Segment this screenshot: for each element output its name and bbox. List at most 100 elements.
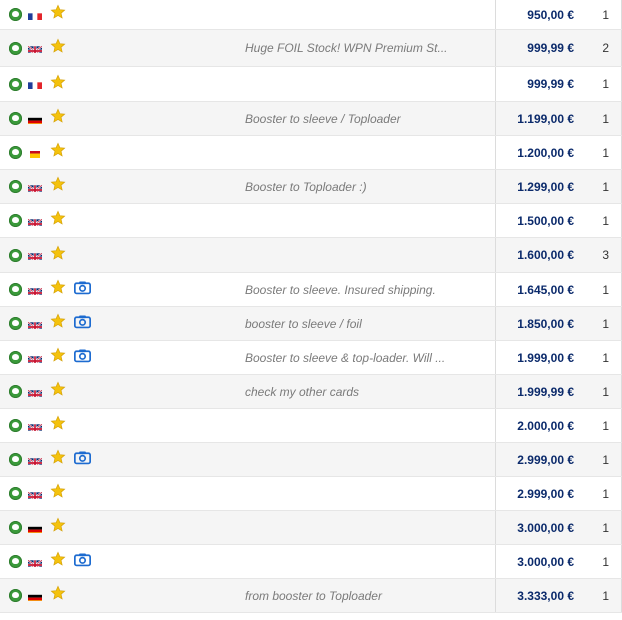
table-row[interactable]: 1.200,00 € 1: [0, 136, 622, 170]
column-divider: [495, 136, 496, 169]
condition-icon: [9, 521, 22, 534]
column-divider: [495, 409, 496, 442]
table-row[interactable]: 1.600,00 € 3: [0, 238, 622, 273]
flag-gb-icon: [28, 182, 42, 192]
camera-icon[interactable]: [74, 348, 91, 368]
table-row[interactable]: 3.000,00 € 1: [0, 511, 622, 545]
column-divider: [495, 170, 496, 203]
camera-icon[interactable]: [74, 552, 91, 572]
star-icon: [50, 517, 66, 538]
flag-gb-icon: [28, 455, 42, 465]
table-row[interactable]: 2.999,00 € 1: [0, 443, 622, 477]
condition-icon: [9, 419, 22, 432]
row-icons: [9, 579, 72, 612]
flag-gb-icon: [28, 319, 42, 329]
condition-icon: [9, 180, 22, 193]
table-row[interactable]: Booster to sleeve. Insured shipping. 1.6…: [0, 273, 622, 307]
star-icon: [50, 108, 66, 129]
condition-icon: [9, 214, 22, 227]
row-icons: [9, 409, 72, 442]
quantity: 1: [602, 145, 609, 160]
table-row[interactable]: check my other cards 1.999,99 € 1: [0, 375, 622, 409]
column-divider: [495, 30, 496, 66]
condition-icon: [9, 112, 22, 125]
flag-gb-icon: [28, 250, 42, 260]
condition-icon: [9, 555, 22, 568]
price: 1.999,00 €: [517, 350, 574, 365]
flag-gb-icon: [28, 43, 42, 53]
condition-icon: [9, 283, 22, 296]
flag-gb-icon: [28, 489, 42, 499]
row-icons: [9, 341, 91, 374]
seller-comment: Booster to sleeve / Toploader: [245, 111, 401, 126]
quantity: 1: [602, 179, 609, 194]
star-icon: [50, 551, 66, 572]
price: 1.200,00 €: [517, 145, 574, 160]
column-divider: [495, 579, 496, 612]
row-icons: [9, 307, 91, 340]
flag-gb-icon: [28, 353, 42, 363]
star-icon: [50, 210, 66, 231]
quantity: 1: [602, 282, 609, 297]
table-row[interactable]: 950,00 € 1: [0, 0, 622, 30]
flag-de-icon: [28, 114, 42, 124]
table-row[interactable]: Huge FOIL Stock! WPN Premium St... 999,9…: [0, 30, 622, 67]
star-icon: [50, 279, 66, 300]
row-icons: [9, 375, 72, 408]
camera-icon[interactable]: [74, 450, 91, 470]
row-icons: [9, 136, 72, 169]
table-row[interactable]: 2.000,00 € 1: [0, 409, 622, 443]
table-row[interactable]: 1.500,00 € 1: [0, 204, 622, 238]
table-row[interactable]: Booster to Toploader :) 1.299,00 € 1: [0, 170, 622, 204]
table-row[interactable]: 3.000,00 € 1: [0, 545, 622, 579]
row-icons: [9, 511, 72, 544]
star-icon: [50, 585, 66, 606]
condition-icon: [9, 77, 22, 91]
table-row[interactable]: 2.999,00 € 1: [0, 477, 622, 511]
flag-es-icon: [28, 148, 42, 158]
table-row[interactable]: Booster to sleeve & top-loader. Will ...…: [0, 341, 622, 375]
flag-de-icon: [28, 523, 42, 533]
table-row[interactable]: 999,99 € 1: [0, 67, 622, 102]
column-divider: [495, 102, 496, 135]
price: 1.199,00 €: [517, 111, 574, 126]
flag-gb-icon: [28, 216, 42, 226]
camera-icon[interactable]: [74, 280, 91, 300]
table-row[interactable]: Booster to sleeve / Toploader 1.199,00 €…: [0, 102, 622, 136]
price: 1.299,00 €: [517, 179, 574, 194]
price: 999,99 €: [527, 77, 574, 91]
camera-icon[interactable]: [74, 314, 91, 334]
quantity: 1: [602, 588, 609, 603]
price: 2.999,00 €: [517, 452, 574, 467]
star-icon: [50, 449, 66, 470]
seller-comment: booster to sleeve / foil: [245, 316, 362, 331]
condition-icon: [9, 351, 22, 364]
star-icon: [50, 313, 66, 334]
star-icon: [50, 74, 66, 95]
price: 1.500,00 €: [517, 213, 574, 228]
seller-comment: Huge FOIL Stock! WPN Premium St...: [245, 41, 448, 55]
condition-icon: [9, 248, 22, 262]
price: 1.999,99 €: [517, 384, 574, 399]
price: 2.999,00 €: [517, 486, 574, 501]
quantity: 1: [602, 384, 609, 399]
quantity: 3: [602, 248, 609, 262]
star-icon: [50, 142, 66, 163]
condition-icon: [9, 41, 22, 55]
seller-comment: Booster to Toploader :): [245, 179, 367, 194]
price: 999,99 €: [527, 41, 574, 55]
flag-gb-icon: [28, 421, 42, 431]
table-row[interactable]: booster to sleeve / foil 1.850,00 € 1: [0, 307, 622, 341]
offers-table: 950,00 € 1 Huge FOIL Stock! WPN Premium …: [0, 0, 622, 613]
price: 3.000,00 €: [517, 554, 574, 569]
condition-icon: [9, 487, 22, 500]
table-row[interactable]: from booster to Toploader 3.333,00 € 1: [0, 579, 622, 613]
quantity: 1: [602, 452, 609, 467]
column-divider: [495, 511, 496, 544]
star-icon: [50, 483, 66, 504]
seller-comment: from booster to Toploader: [245, 588, 382, 603]
star-icon: [50, 245, 66, 266]
star-icon: [50, 176, 66, 197]
flag-gb-icon: [28, 285, 42, 295]
column-divider: [495, 238, 496, 272]
